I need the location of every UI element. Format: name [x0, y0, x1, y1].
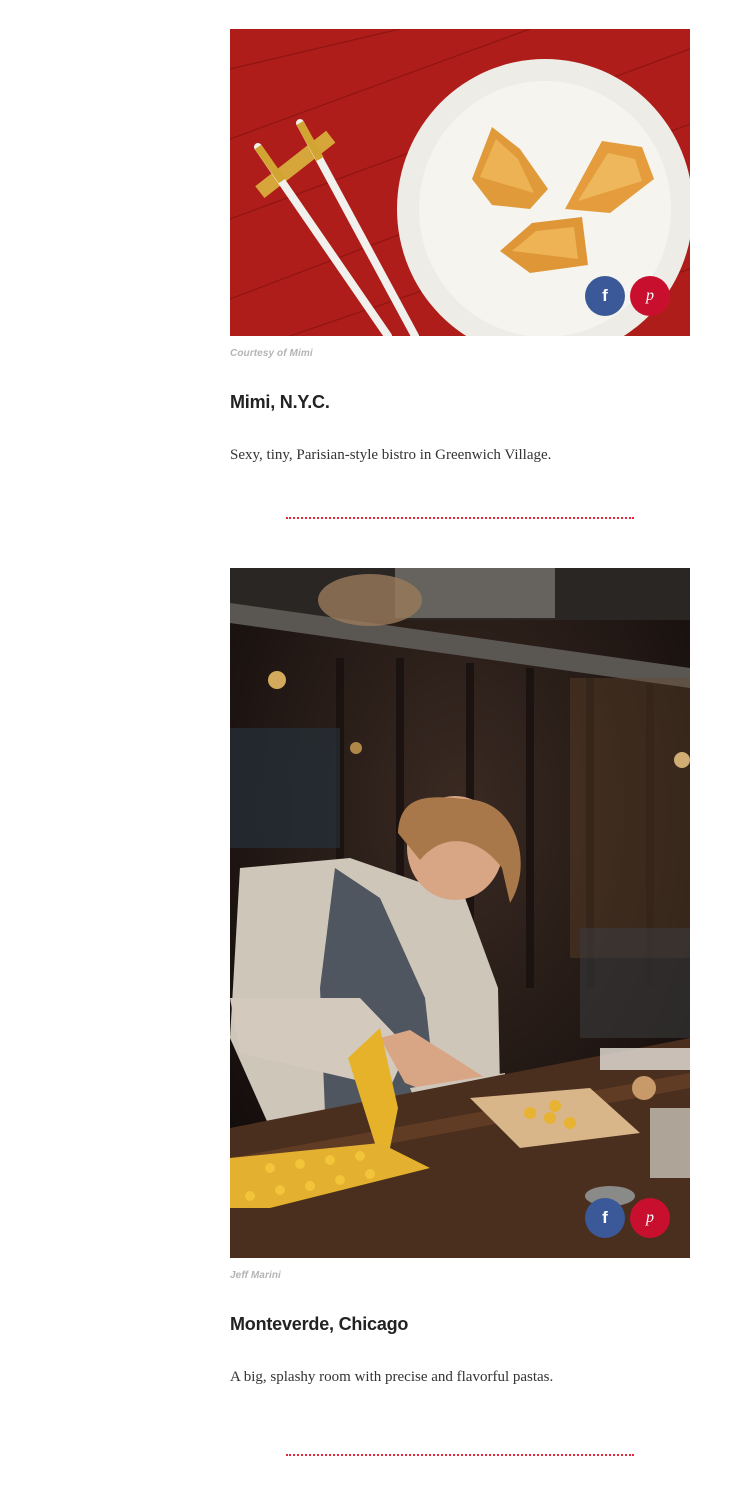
pinterest-icon: p — [646, 287, 654, 304]
facebook-icon: f — [602, 286, 608, 305]
restaurant-photo: f p — [230, 29, 690, 336]
restaurant-description: A big, splashy room with precise and fla… — [230, 1369, 554, 1385]
pinterest-share-button[interactable]: p — [630, 1198, 670, 1238]
restaurant-entry-mimi: f p Courtesy of Mimi Mimi, N.Y.C. Sexy, … — [230, 29, 690, 464]
section-divider — [286, 517, 634, 519]
facebook-share-button[interactable]: f — [585, 1198, 625, 1238]
photo-chef-piping-pasta — [230, 568, 690, 1258]
restaurant-description: Sexy, tiny, Parisian-style bistro in Gre… — [230, 447, 552, 463]
restaurant-photo: f p — [230, 568, 690, 1258]
restaurant-name: Monteverde, Chicago — [230, 1314, 409, 1334]
photo-credit: Jeff Marini — [230, 1270, 281, 1281]
facebook-share-button[interactable]: f — [585, 276, 625, 316]
share-buttons: f p — [585, 1198, 670, 1238]
pinterest-icon: p — [646, 1209, 654, 1226]
restaurant-name: Mimi, N.Y.C. — [230, 392, 330, 412]
facebook-icon: f — [602, 1208, 608, 1227]
photo-credit: Courtesy of Mimi — [230, 348, 313, 359]
share-buttons: f p — [585, 276, 670, 316]
pinterest-share-button[interactable]: p — [630, 276, 670, 316]
section-divider — [286, 1454, 634, 1456]
restaurant-entry-monteverde: f p Jeff Marini Monteverde, Chicago A bi… — [230, 568, 690, 1386]
